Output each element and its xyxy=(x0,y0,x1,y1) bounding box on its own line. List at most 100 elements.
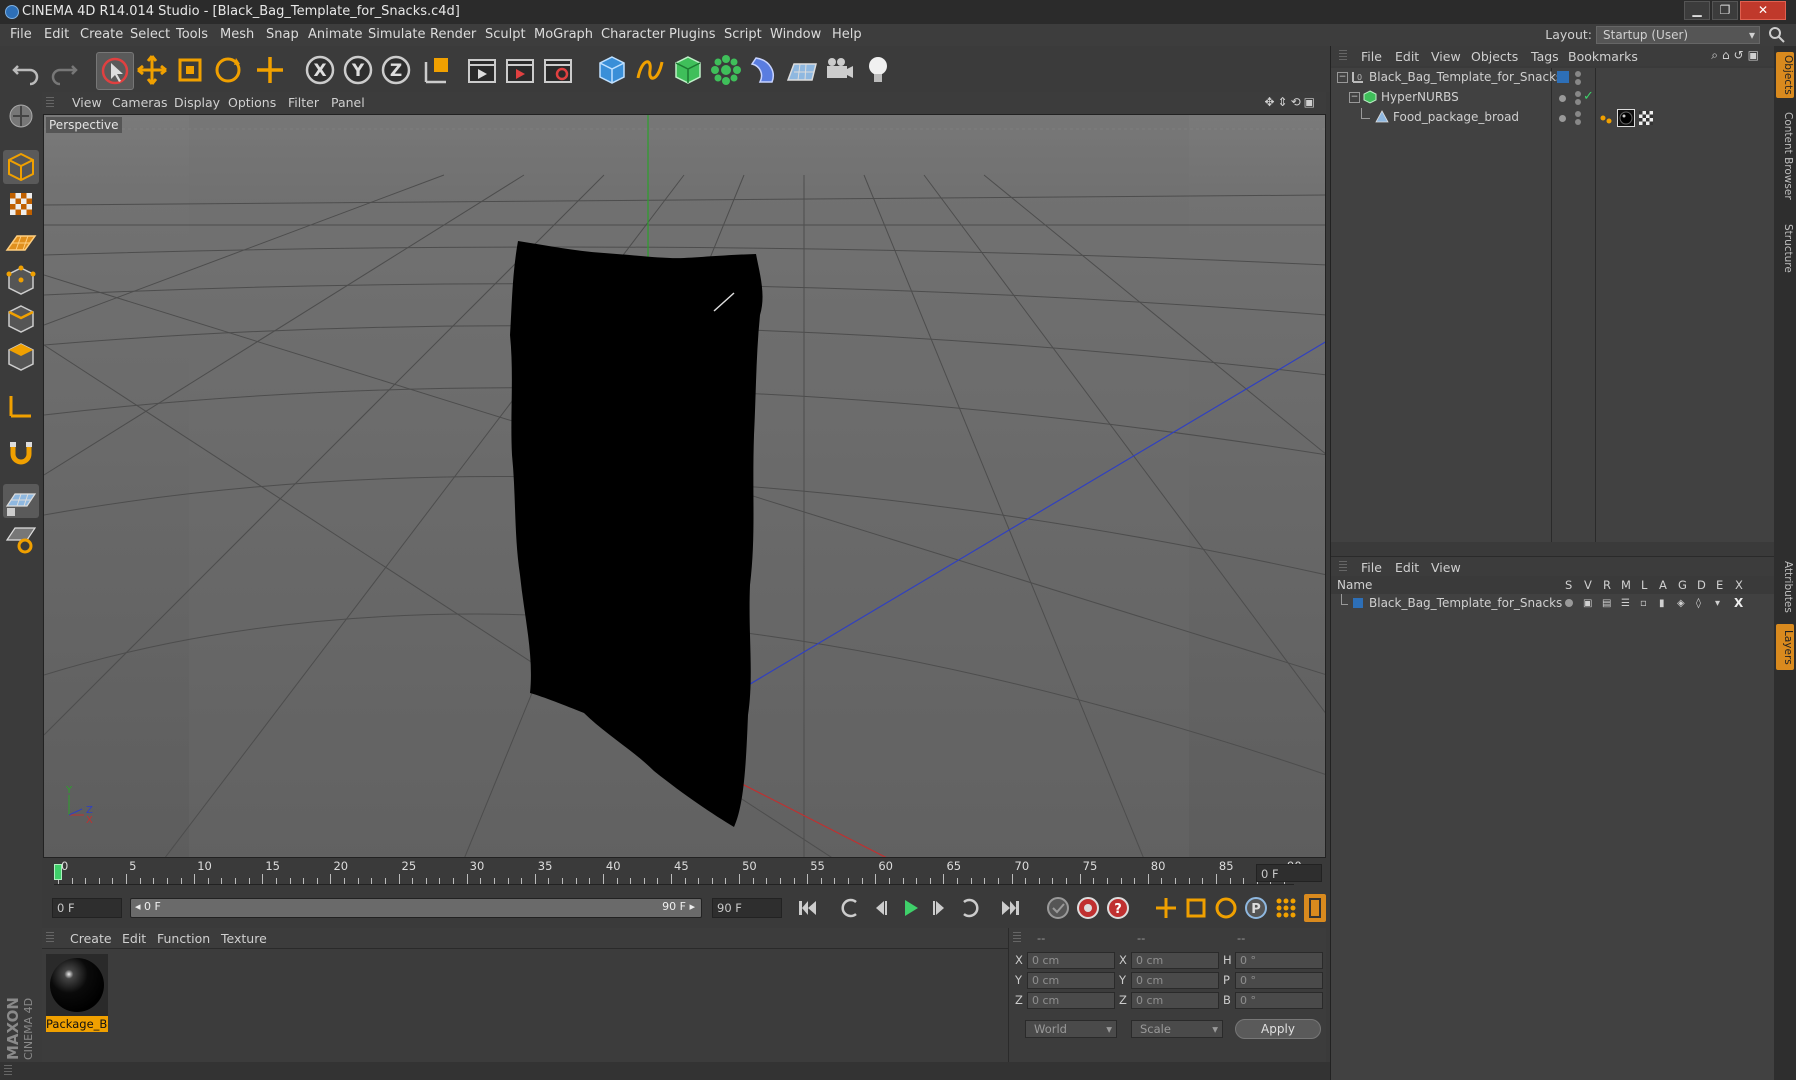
editor-visibility-dot[interactable] xyxy=(1575,111,1581,117)
size-field[interactable]: 0 cm xyxy=(1131,952,1219,969)
menu-help[interactable]: Help xyxy=(832,27,862,42)
layer-col-expressions[interactable]: E xyxy=(1716,578,1723,592)
array-icon[interactable] xyxy=(708,52,744,88)
autokey-icon[interactable] xyxy=(1074,894,1102,922)
key-rotation-icon[interactable] xyxy=(1212,894,1240,922)
deformer-icon[interactable] xyxy=(746,52,782,88)
layer-col-visible[interactable]: V xyxy=(1584,578,1592,592)
menu-mesh[interactable]: Mesh xyxy=(220,27,254,42)
manager-toggle-icon[interactable]: ☰ xyxy=(1621,598,1630,609)
layer-menu-view[interactable]: View xyxy=(1431,560,1461,575)
object-menu-file[interactable]: File xyxy=(1361,49,1382,64)
keyframe-selection-icon[interactable]: ? xyxy=(1104,894,1132,922)
drag-handle-icon[interactable] xyxy=(1339,561,1347,573)
next-key-icon[interactable] xyxy=(956,894,984,922)
max-frame-field[interactable]: 90 F xyxy=(712,898,782,918)
viewport-menu-filter[interactable]: Filter xyxy=(288,95,319,110)
viewport-menu-cameras[interactable]: Cameras xyxy=(112,95,168,110)
menu-plugins[interactable]: Plugins xyxy=(669,27,716,42)
size-field[interactable]: 0 cm xyxy=(1131,992,1219,1009)
material-menu-edit[interactable]: Edit xyxy=(122,931,146,946)
eye-icon[interactable]: ▣ xyxy=(1583,598,1592,609)
layer-col-xref[interactable]: X xyxy=(1735,578,1743,592)
layer-color-swatch[interactable] xyxy=(1557,71,1569,83)
layer-col-locked[interactable]: L xyxy=(1641,578,1647,592)
add-object-icon[interactable] xyxy=(252,52,288,88)
tab-structure[interactable]: Structure xyxy=(1776,216,1794,280)
menu-snap[interactable]: Snap xyxy=(266,27,299,42)
x-axis-icon[interactable]: X xyxy=(302,52,338,88)
timeline-ruler[interactable]: 051015202530354045505560657075808590 0 F xyxy=(42,858,1326,888)
planar-workplane-icon[interactable] xyxy=(3,522,39,556)
rotation-field[interactable]: 0 ° xyxy=(1235,972,1323,989)
viewport-menu-panel[interactable]: Panel xyxy=(331,95,365,110)
coordinate-mode-dropdown[interactable]: Scale ▾ xyxy=(1131,1020,1223,1038)
drag-handle-icon[interactable] xyxy=(1339,50,1347,62)
expressions-toggle-icon[interactable]: ▾ xyxy=(1715,598,1720,609)
playhead-marker[interactable] xyxy=(54,864,62,880)
layer-col-manager[interactable]: M xyxy=(1621,578,1631,592)
scale-icon[interactable] xyxy=(172,52,208,88)
scene-floor-icon[interactable] xyxy=(784,52,820,88)
position-field[interactable]: 0 cm xyxy=(1027,952,1115,969)
layer-menu-edit[interactable]: Edit xyxy=(1395,560,1419,575)
tab-objects[interactable]: Objects xyxy=(1776,52,1794,98)
live-selection-icon[interactable] xyxy=(96,52,134,90)
layer-menu-file[interactable]: File xyxy=(1361,560,1382,575)
texture-mode-icon[interactable] xyxy=(3,188,39,222)
layer-col-solo[interactable]: S xyxy=(1565,578,1572,592)
workplane-icon[interactable] xyxy=(3,226,39,260)
object-row-hypernurbs[interactable]: − HyperNURBS ✓ xyxy=(1331,88,1775,108)
menu-window[interactable]: Window xyxy=(770,27,821,42)
enabled-check-icon[interactable]: ✓ xyxy=(1583,89,1594,104)
object-menu-bookmarks[interactable]: Bookmarks xyxy=(1568,49,1638,64)
drag-handle-icon[interactable] xyxy=(1013,932,1021,944)
menu-tools[interactable]: Tools xyxy=(176,27,208,42)
deformers-toggle-icon[interactable]: ◊ xyxy=(1696,598,1701,609)
layer-row[interactable]: Black_Bag_Template_for_Snacks ▣ ▤ ☰ ▫ ▮ … xyxy=(1331,594,1775,614)
object-menu-edit[interactable]: Edit xyxy=(1395,49,1419,64)
lock-icon[interactable]: ▫ xyxy=(1640,598,1647,609)
apply-button[interactable]: Apply xyxy=(1235,1019,1321,1039)
render-visibility-dot[interactable] xyxy=(1575,99,1581,105)
generators-toggle-icon[interactable]: ◈ xyxy=(1677,598,1685,609)
render-toggle-icon[interactable]: ▤ xyxy=(1602,598,1611,609)
material-name-label[interactable]: Package_Bl xyxy=(46,1016,108,1032)
editor-visibility-dot[interactable] xyxy=(1575,91,1581,97)
coordinate-system-icon[interactable] xyxy=(418,52,454,88)
object-row-root[interactable]: − 0 Black_Bag_Template_for_Snacks xyxy=(1331,68,1775,88)
light-icon[interactable] xyxy=(860,52,896,88)
object-menu-objects[interactable]: Objects xyxy=(1471,49,1518,64)
cube-icon[interactable] xyxy=(594,52,630,88)
previous-frame-icon[interactable] xyxy=(866,894,894,922)
previous-key-icon[interactable] xyxy=(836,894,864,922)
go-to-start-icon[interactable] xyxy=(794,894,822,922)
snap-icon[interactable] xyxy=(3,436,39,470)
render-view-icon[interactable] xyxy=(464,52,500,88)
position-field[interactable]: 0 cm xyxy=(1027,972,1115,989)
key-position-icon[interactable] xyxy=(1152,894,1180,922)
animation-toggle-icon[interactable]: ▮ xyxy=(1659,598,1665,609)
perspective-viewport[interactable]: Y X Z Perspective xyxy=(43,114,1326,858)
edit-render-settings-icon[interactable] xyxy=(540,52,576,88)
layer-col-generators[interactable]: G xyxy=(1678,578,1687,592)
layer-col-name[interactable]: Name xyxy=(1337,578,1372,592)
key-pla-icon[interactable] xyxy=(1272,894,1300,922)
menu-simulate[interactable]: Simulate xyxy=(368,27,425,42)
move-icon[interactable] xyxy=(134,52,170,88)
rotation-field[interactable]: 0 ° xyxy=(1235,952,1323,969)
menu-character[interactable]: Character xyxy=(601,27,665,42)
layer-color-swatch[interactable] xyxy=(1353,598,1363,608)
material-menu-texture[interactable]: Texture xyxy=(221,931,267,946)
layout-dropdown[interactable]: Startup (User) ▾ xyxy=(1596,26,1760,44)
key-scale-icon[interactable] xyxy=(1182,894,1210,922)
phong-tag-icon[interactable] xyxy=(1599,111,1613,125)
render-visibility-dot[interactable] xyxy=(1575,119,1581,125)
tab-attributes[interactable]: Attributes xyxy=(1776,554,1794,620)
object-row-food-package[interactable]: Food_package_broad xyxy=(1331,108,1775,128)
minimize-button[interactable]: ▁ xyxy=(1684,1,1710,20)
record-keys-icon[interactable] xyxy=(1044,894,1072,922)
key-parameter-icon[interactable]: P xyxy=(1242,894,1270,922)
material-tag-icon[interactable] xyxy=(1617,109,1635,127)
undo-icon[interactable] xyxy=(8,52,44,88)
